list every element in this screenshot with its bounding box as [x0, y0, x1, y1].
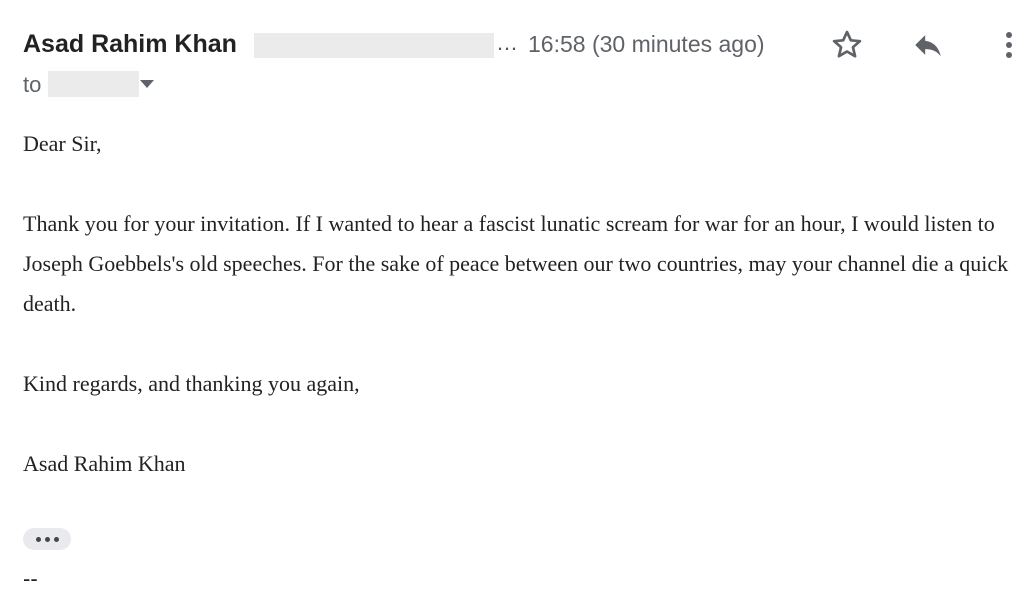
show-trimmed-content-button[interactable]: [23, 528, 71, 550]
sender-email-redacted: [254, 33, 494, 58]
signature-name: Asad Rahim Khan: [23, 451, 186, 476]
reply-icon: [915, 35, 941, 57]
to-label: to: [23, 72, 42, 97]
sender-ellipsis: …: [496, 30, 518, 55]
star-button[interactable]: [829, 27, 865, 63]
caret-down-icon[interactable]: [139, 79, 155, 89]
reply-button[interactable]: [910, 27, 946, 63]
sender-name[interactable]: Asad Rahim Khan: [23, 30, 237, 59]
main-paragraph: Thank you for your invitation. If I want…: [23, 211, 1009, 316]
greeting: Dear Sir,: [23, 131, 102, 156]
more-vertical-icon: [1006, 32, 1012, 58]
trimmed-dot: [53, 536, 59, 542]
recipient-redacted: [48, 71, 139, 97]
signature-separator: --: [23, 566, 38, 591]
timestamp: 16:58 (30 minutes ago): [528, 31, 765, 57]
more-options-button[interactable]: [991, 27, 1027, 63]
recipient-row: to: [23, 70, 223, 98]
closing-line: Kind regards, and thanking you again,: [23, 371, 360, 396]
star-outline-icon: [832, 30, 862, 58]
trimmed-dot: [44, 536, 50, 542]
message-header: Asad Rahim Khan … 16:58 (30 minutes ago): [23, 27, 1013, 63]
trimmed-dot: [35, 536, 41, 542]
